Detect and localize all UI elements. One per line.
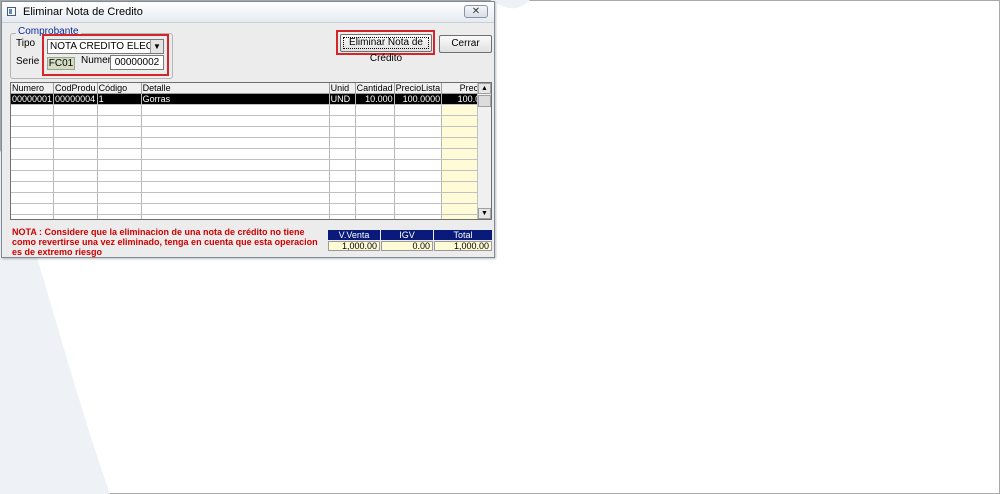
- column-header-unid[interactable]: Unid: [329, 83, 356, 94]
- close-icon: ✕: [471, 6, 481, 17]
- cell-preciolista: 100.0000: [394, 93, 443, 105]
- empty-row[interactable]: [11, 148, 488, 160]
- empty-row[interactable]: [11, 192, 488, 204]
- detail-grid[interactable]: Numero CodProdu Código Detalle Unid Cant…: [10, 82, 492, 220]
- serie-label: Serie: [16, 56, 40, 67]
- eliminar-nota-button[interactable]: Eliminar Nota de Crédito: [340, 34, 432, 64]
- total-value: 1,000.00: [434, 241, 492, 251]
- cell-unid: UND: [329, 93, 356, 105]
- empty-row[interactable]: [11, 159, 488, 171]
- cell-detalle: Gorras: [141, 93, 330, 105]
- close-button[interactable]: ✕: [464, 5, 488, 18]
- focus-rect: [343, 37, 429, 49]
- vventa-header: V.Venta: [328, 230, 380, 240]
- chevron-down-icon[interactable]: ▼: [150, 40, 163, 53]
- empty-row[interactable]: [11, 181, 488, 193]
- title-bar: Eliminar Nota de Credito ✕: [2, 2, 494, 23]
- vventa-value: 1,000.00: [328, 241, 380, 251]
- cell-cantidad: 10.000: [355, 93, 395, 105]
- empty-row[interactable]: [11, 104, 488, 116]
- serie-field: FC01: [47, 57, 75, 70]
- cell-codprodu: 00000004: [53, 93, 98, 105]
- scroll-down-icon[interactable]: ▼: [478, 208, 491, 219]
- column-header-codigo[interactable]: Código: [97, 83, 142, 94]
- app-icon: [7, 7, 16, 16]
- total-header: Total: [434, 230, 492, 240]
- tipo-value: NOTA CREDITO ELECT FC0: [50, 41, 163, 52]
- cerrar-button[interactable]: Cerrar: [439, 35, 492, 53]
- vertical-scrollbar[interactable]: ▲ ▼: [477, 83, 491, 219]
- empty-row[interactable]: [11, 126, 488, 138]
- scroll-up-icon[interactable]: ▲: [478, 83, 491, 94]
- empty-row[interactable]: [11, 115, 488, 127]
- empty-row[interactable]: [11, 203, 488, 215]
- cell-codigo: 1: [97, 93, 142, 105]
- detail-table: Numero CodProdu Código Detalle Unid Cant…: [11, 83, 488, 219]
- igv-value: 0.00: [381, 241, 433, 251]
- warning-note: NOTA : Considere que la eliminacion de u…: [12, 227, 318, 257]
- tipo-label: Tipo: [16, 38, 36, 49]
- grid-header-row: Numero CodProdu Código Detalle Unid Cant…: [11, 83, 488, 94]
- igv-header: IGV: [381, 230, 433, 240]
- eliminar-nota-dialog: Eliminar Nota de Credito ✕ Comprobante T…: [1, 1, 495, 258]
- cell-numero: 00000001: [11, 93, 55, 105]
- table-row[interactable]: 00000001 00000004 1 Gorras UND 10.000 10…: [11, 93, 488, 105]
- column-header-preciolista[interactable]: PrecioLista: [394, 83, 443, 94]
- tipo-select[interactable]: NOTA CREDITO ELECT FC0 ▼: [47, 39, 164, 54]
- window-title: Eliminar Nota de Credito: [23, 6, 143, 18]
- scroll-thumb[interactable]: [478, 95, 491, 107]
- numero-field[interactable]: 00000002: [110, 55, 164, 70]
- column-header-codprodu[interactable]: CodProdu: [53, 83, 98, 94]
- column-header-numero[interactable]: Numero: [11, 83, 55, 94]
- column-header-detalle[interactable]: Detalle: [141, 83, 330, 94]
- empty-row[interactable]: [11, 137, 488, 149]
- empty-row[interactable]: [11, 170, 488, 182]
- column-header-cantidad[interactable]: Cantidad: [355, 83, 395, 94]
- empty-row[interactable]: [11, 214, 488, 219]
